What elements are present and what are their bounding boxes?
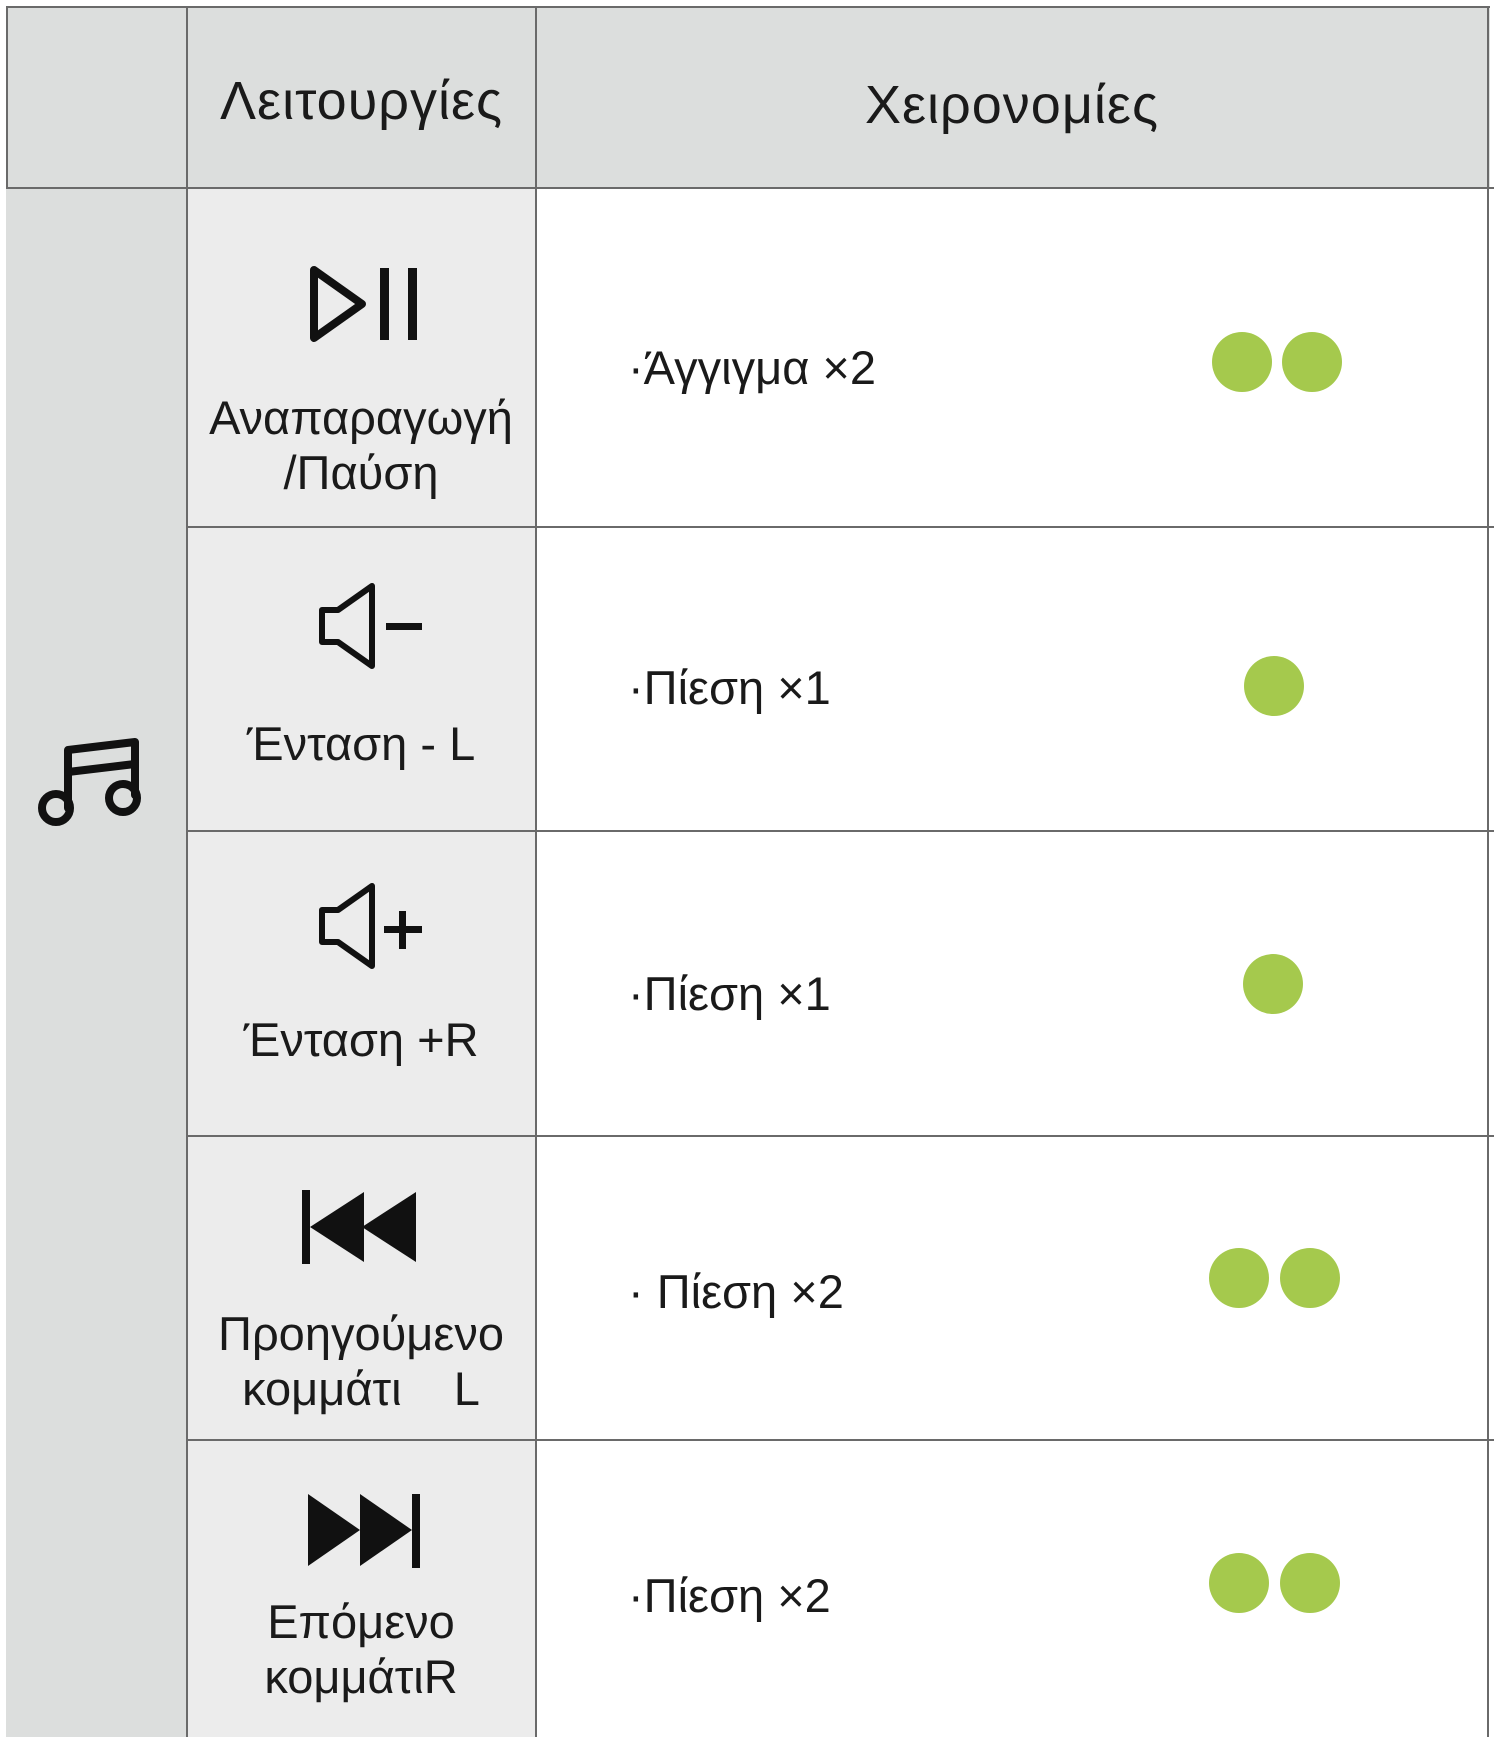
gesture-dot: [1212, 332, 1272, 392]
header-functions: Λειτουργίες: [219, 71, 504, 131]
gesture-text-play-pause: ·Άγγιγμα ×2: [628, 341, 877, 394]
function-label-volume-up: Ένταση +R: [243, 1013, 479, 1066]
category-column: [6, 188, 187, 1737]
header-gestures: Χειρονομίες: [864, 75, 1160, 135]
volume-down-icon: [319, 583, 422, 669]
gesture-dot: [1209, 1553, 1269, 1613]
gesture-dot: [1209, 1248, 1269, 1308]
gesture-text-next-track: ·Πίεση ×2: [628, 1569, 831, 1622]
gesture-dot: [1243, 954, 1303, 1014]
play-pause-icon: [310, 266, 417, 342]
gesture-text-volume-up: ·Πίεση ×1: [628, 967, 831, 1020]
function-label-volume-down: Ένταση - L: [246, 717, 476, 770]
function-label-previous-track: Προηγούμενο κομμάτι L: [218, 1307, 504, 1415]
next-track-icon: [308, 1494, 420, 1568]
music-note-icon: [38, 738, 141, 826]
previous-track-icon: [302, 1190, 416, 1264]
gesture-text-volume-down: ·Πίεση ×1: [628, 661, 831, 714]
gesture-dot: [1280, 1553, 1340, 1613]
gesture-dot: [1280, 1248, 1340, 1308]
gesture-text-previous-track: · Πίεση ×2: [628, 1265, 844, 1318]
gesture-dot: [1282, 332, 1342, 392]
volume-up-icon: [319, 883, 422, 969]
function-label-play-pause: Αναπαραγωγή /Παύση: [209, 391, 513, 499]
function-label-next-track: Επόμενο κομμάτιR: [264, 1595, 458, 1703]
gesture-dot: [1244, 656, 1304, 716]
